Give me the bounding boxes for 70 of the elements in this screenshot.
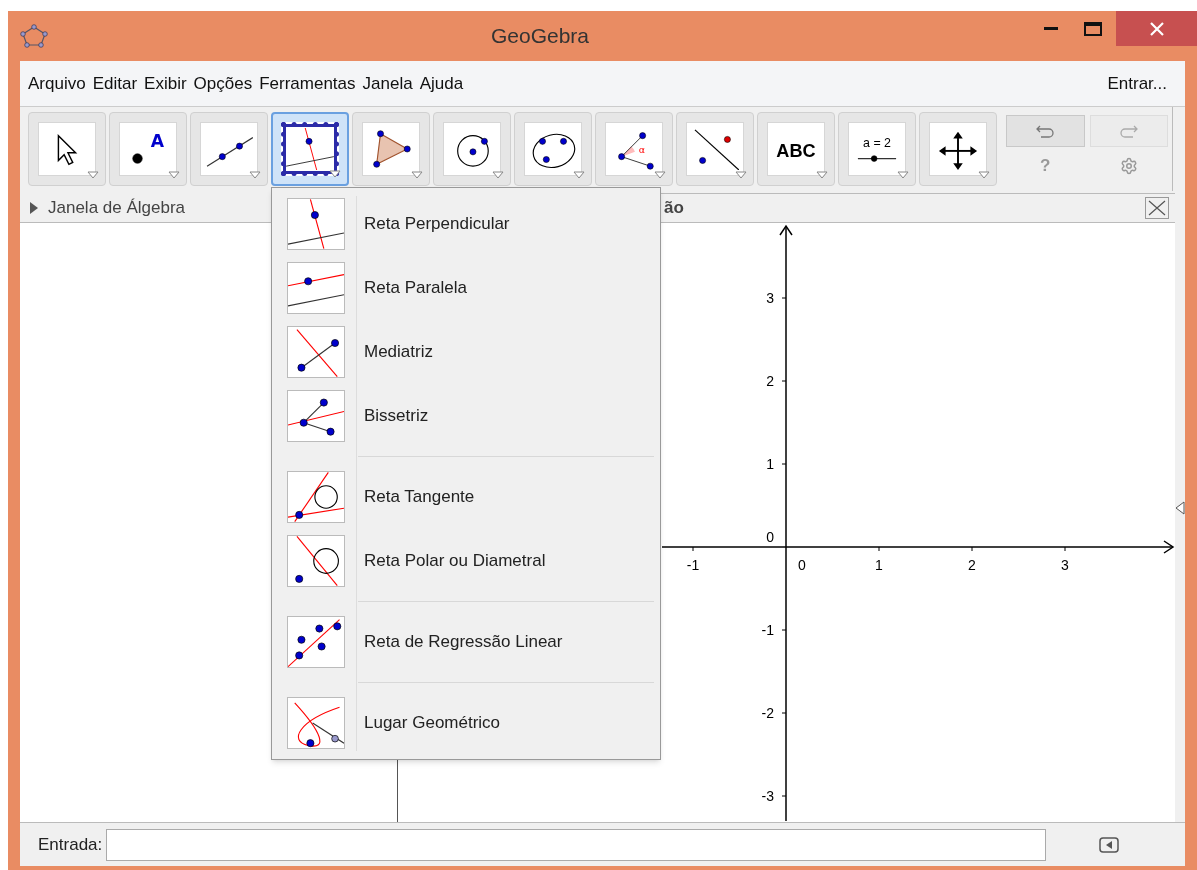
- tool-button[interactable]: [514, 112, 592, 186]
- dropdown-triangle-icon: [168, 171, 180, 179]
- text-icon: ABC: [772, 128, 820, 170]
- tool-button[interactable]: α: [595, 112, 673, 186]
- dropdown-triangle-icon: [573, 171, 585, 179]
- axis-tick-label: -1: [761, 622, 774, 638]
- dropdown-item[interactable]: Bissetriz: [272, 384, 660, 448]
- undo-arrow-icon: [1035, 123, 1056, 139]
- curve-icon: [287, 697, 345, 749]
- axis-tick-label: 0: [766, 529, 774, 545]
- dropdown-item[interactable]: Reta Perpendicular: [272, 192, 660, 256]
- dropdown-item[interactable]: Reta Tangente: [272, 465, 660, 529]
- close-icon: [1149, 21, 1164, 36]
- dropdown-triangle-icon: [816, 171, 828, 179]
- dropdown-item[interactable]: Reta de Regressão Linear: [272, 610, 660, 674]
- input-label: Entrada:: [38, 833, 103, 856]
- axis-tick-label: -1: [686, 557, 700, 573]
- dropdown-triangle-icon: [735, 171, 747, 179]
- dropdown-triangle-icon: [654, 171, 666, 179]
- collapse-triangle-icon[interactable]: [1175, 500, 1185, 515]
- menu-item[interactable]: Opções: [193, 70, 253, 97]
- axis-tick-label: -2: [761, 705, 774, 721]
- maximize-icon: [1084, 21, 1102, 36]
- window-title: GeoGebra: [489, 23, 591, 50]
- crossing-lines-icon: [287, 326, 345, 378]
- axis-tick-label: 0: [798, 557, 806, 573]
- dropdown-triangle-icon: [329, 170, 341, 178]
- tool-button[interactable]: ABC: [757, 112, 835, 186]
- menu-item[interactable]: Arquivo: [28, 70, 86, 97]
- axis-tick-label: 1: [766, 456, 774, 472]
- close-icon: [1148, 200, 1166, 216]
- minimize-icon: [1044, 26, 1058, 31]
- expand-triangle-icon[interactable]: [30, 201, 38, 214]
- axis-tick-label: 3: [1061, 557, 1069, 573]
- dropdown-item[interactable]: Reta Paralela: [272, 256, 660, 320]
- keyboard-toggle-icon[interactable]: [1098, 836, 1119, 853]
- dropdown-triangle-icon: [411, 171, 423, 179]
- algebra-view-title: Janela de Álgebra: [48, 196, 186, 219]
- close-button[interactable]: [1116, 11, 1197, 46]
- perpendicular-line-icon: [286, 128, 334, 170]
- tool-button[interactable]: [433, 112, 511, 186]
- axis-tick-label: 3: [766, 290, 774, 306]
- angle-bisector-icon: [287, 390, 345, 442]
- tool-button[interactable]: A: [109, 112, 187, 186]
- dropdown-item[interactable]: Lugar Geométrico: [272, 691, 660, 755]
- tool-button[interactable]: [919, 112, 997, 186]
- dropdown-triangle-icon: [978, 171, 990, 179]
- axis-tick-label: -3: [761, 788, 774, 804]
- pentagon-logo-icon: [20, 24, 48, 48]
- menu-item[interactable]: Ferramentas: [259, 70, 356, 97]
- dropdown-triangle-icon: [87, 171, 99, 179]
- axis-tick-label: 2: [766, 373, 774, 389]
- dropdown-triangle-icon: [897, 171, 909, 179]
- close-view-button[interactable]: [1145, 197, 1169, 219]
- login-link[interactable]: Entrar...: [1107, 70, 1167, 97]
- graphics-view-title: ão: [664, 197, 684, 220]
- input-field[interactable]: [106, 828, 1047, 861]
- dropdown-item[interactable]: Reta Polar ou Diametral: [272, 529, 660, 593]
- redo-arrow-icon: [1118, 123, 1139, 139]
- menu-item[interactable]: Exibir: [144, 70, 187, 97]
- dropdown-triangle-icon: [492, 171, 504, 179]
- dropdown-item[interactable]: Mediatriz: [272, 320, 660, 384]
- menu-item[interactable]: Editar: [92, 70, 138, 97]
- axis-tick-label: 2: [968, 557, 976, 573]
- axis-tick-label: 1: [875, 557, 883, 573]
- tool-button[interactable]: a = 2: [838, 112, 916, 186]
- dropdown-triangle-icon: [249, 171, 261, 179]
- menu-item[interactable]: Janela: [362, 70, 413, 97]
- tool-button[interactable]: [271, 112, 349, 186]
- menu-item[interactable]: Ajuda: [419, 70, 464, 97]
